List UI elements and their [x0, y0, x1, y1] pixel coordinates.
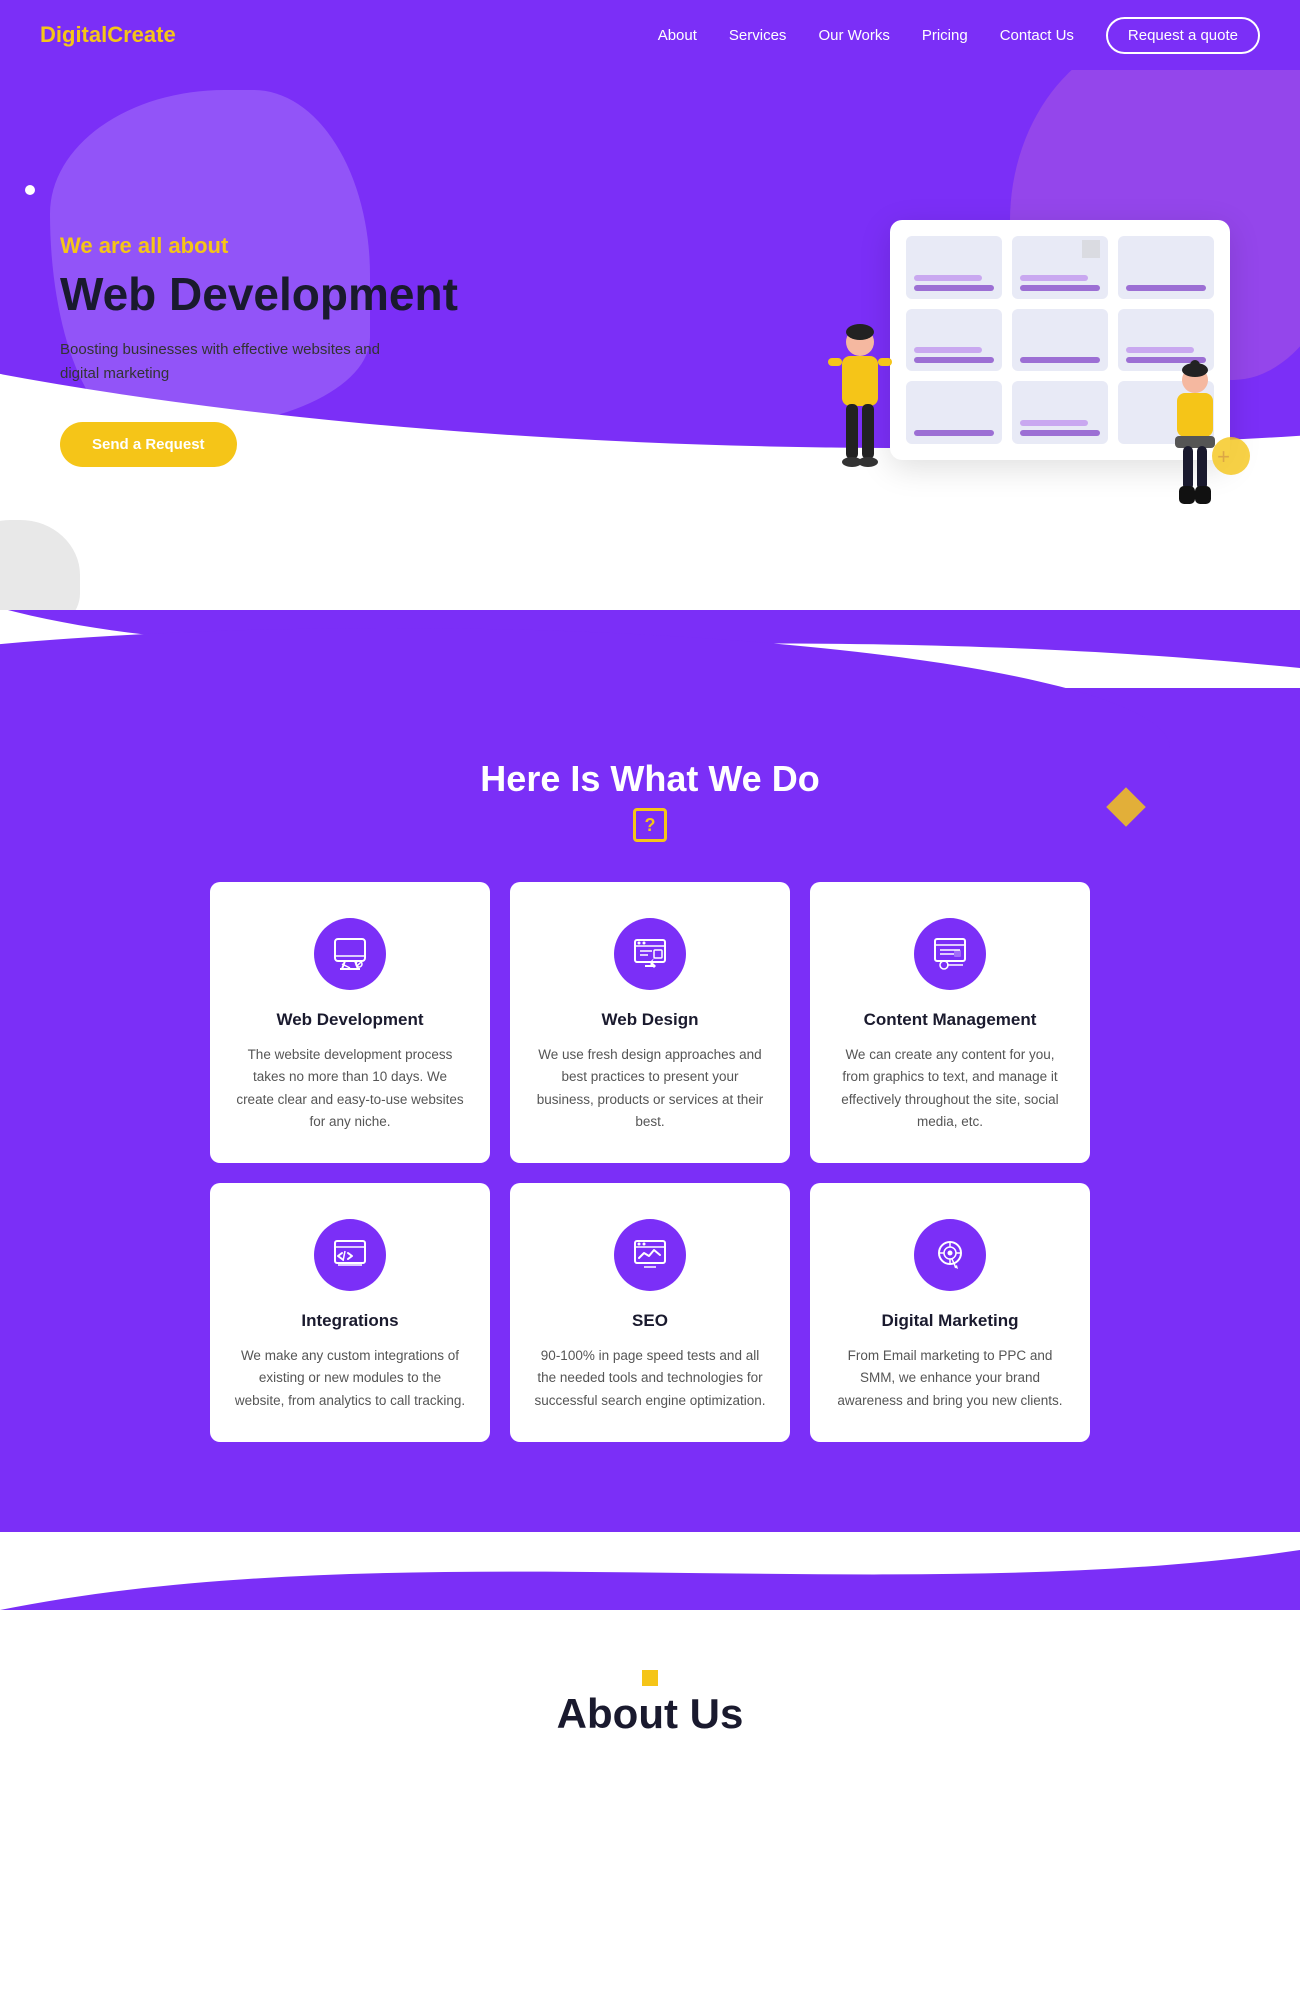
nav-links: About Services Our Works Pricing Contact…: [658, 17, 1260, 54]
laptop-cell: [1012, 309, 1108, 372]
nav-services[interactable]: Services: [729, 27, 787, 44]
hero-section: We are all about Web Development Boostin…: [0, 70, 1300, 610]
marketing-icon: [932, 1237, 968, 1273]
square-decoration: [1082, 240, 1100, 258]
code-icon: [332, 1237, 368, 1273]
nav-contact[interactable]: Contact Us: [1000, 27, 1074, 44]
service-title-marketing: Digital Marketing: [834, 1311, 1066, 1331]
service-desc-content: We can create any content for you, from …: [834, 1044, 1066, 1133]
nav-pricing[interactable]: Pricing: [922, 27, 968, 44]
hero-title: Web Development: [60, 269, 458, 320]
yellow-square-icon: [642, 1670, 658, 1686]
hero-text: We are all about Web Development Boostin…: [60, 233, 458, 467]
brand-name-black: Digital: [40, 22, 107, 47]
person-left-illustration: [820, 320, 900, 500]
service-title-integrations: Integrations: [234, 1311, 466, 1331]
service-desc-integrations: We make any custom integrations of exist…: [234, 1345, 466, 1412]
dot-decoration: [25, 185, 35, 195]
integrations-icon-circle: [314, 1219, 386, 1291]
about-section: About Us: [0, 1610, 1300, 1778]
service-desc-seo: 90-100% in page speed tests and all the …: [534, 1345, 766, 1412]
send-request-button[interactable]: Send a Request: [60, 422, 237, 467]
web-design-icon-circle: [614, 918, 686, 990]
service-card-web-design: Web Design We use fresh design approache…: [510, 882, 790, 1163]
service-title-web-design: Web Design: [534, 1010, 766, 1030]
person-right-illustration: [1155, 360, 1235, 520]
service-desc-web-design: We use fresh design approaches and best …: [534, 1044, 766, 1133]
seo-icon-circle: [614, 1219, 686, 1291]
services-section-title: Here Is What We Do: [40, 758, 1260, 800]
seo-icon: [632, 1237, 668, 1273]
service-title-web-dev: Web Development: [234, 1010, 466, 1030]
laptop-cell: [906, 381, 1002, 444]
question-badge: ?: [40, 808, 1260, 842]
service-card-content-management: Content Management We can create any con…: [810, 882, 1090, 1163]
brand-name-yellow: Create: [107, 22, 175, 47]
service-card-web-development: Web Development The website development …: [210, 882, 490, 1163]
service-desc-marketing: From Email marketing to PPC and SMM, we …: [834, 1345, 1066, 1412]
web-development-icon-circle: [314, 918, 386, 990]
content-management-icon-circle: [914, 918, 986, 990]
navbar: DigitalCreate About Services Our Works P…: [0, 0, 1300, 70]
hero-illustration: +: [820, 170, 1240, 530]
service-title-seo: SEO: [534, 1311, 766, 1331]
digital-marketing-icon-circle: [914, 1219, 986, 1291]
services-grid: Web Development The website development …: [210, 882, 1090, 1442]
laptop-cell: [1012, 381, 1108, 444]
design-icon: [632, 936, 668, 972]
laptop-cell: [906, 309, 1002, 372]
about-pre-decoration: [40, 1670, 1260, 1686]
request-quote-button[interactable]: Request a quote: [1106, 17, 1260, 54]
hero-subtitle: We are all about: [60, 233, 458, 259]
hero-content: We are all about Web Development Boostin…: [0, 70, 1300, 610]
service-title-content: Content Management: [834, 1010, 1066, 1030]
nav-works[interactable]: Our Works: [818, 27, 889, 44]
laptop-cell: [906, 236, 1002, 299]
services-section: Here Is What We Do ? Web Development: [0, 688, 1300, 1532]
laptop-cell: [1118, 236, 1214, 299]
about-heading: About Us: [40, 1690, 1260, 1738]
service-desc-web-dev: The website development process takes no…: [234, 1044, 466, 1133]
question-icon: ?: [633, 808, 667, 842]
service-card-digital-marketing: Digital Marketing From Email marketing t…: [810, 1183, 1090, 1442]
service-card-seo: SEO 90-100% in page speed tests and all …: [510, 1183, 790, 1442]
content-icon: [932, 936, 968, 972]
brand-logo[interactable]: DigitalCreate: [40, 22, 176, 48]
hero-description: Boosting businesses with effective websi…: [60, 338, 400, 386]
monitor-icon: [332, 936, 368, 972]
wave-separator-2: [0, 1530, 1300, 1610]
service-card-integrations: Integrations We make any custom integrat…: [210, 1183, 490, 1442]
nav-about[interactable]: About: [658, 27, 697, 44]
